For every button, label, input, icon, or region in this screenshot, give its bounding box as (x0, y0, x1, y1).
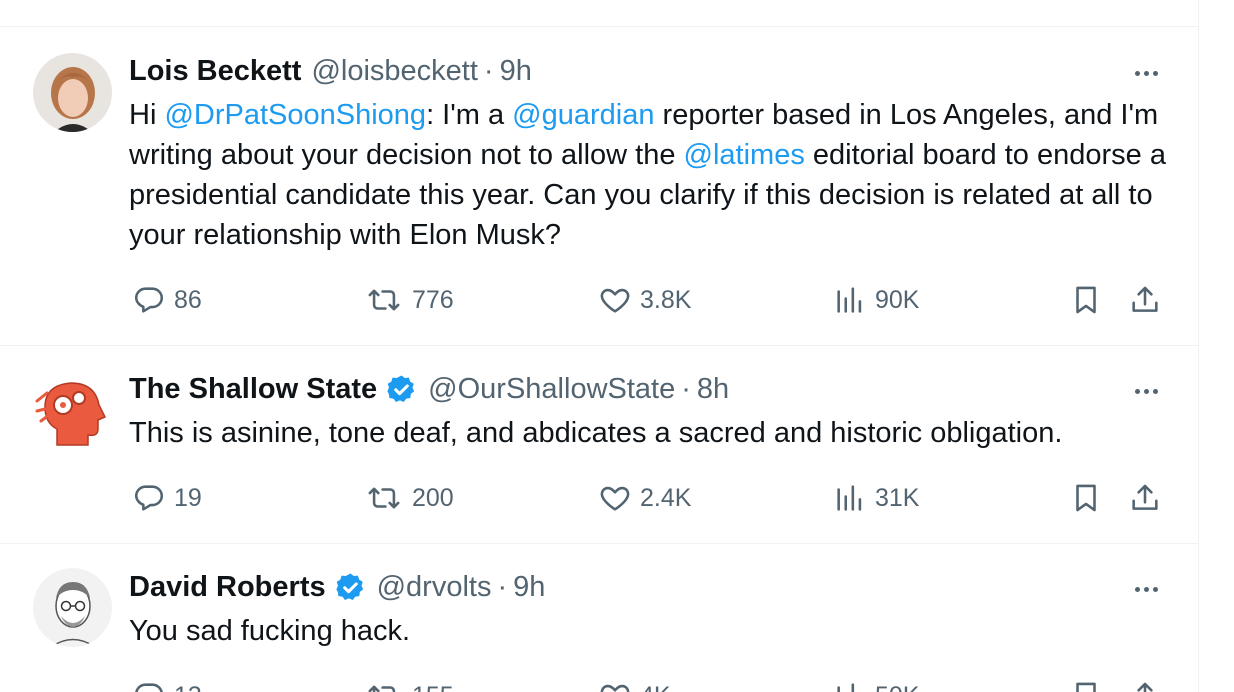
repost-count: 155 (412, 682, 454, 692)
views-count: 50K (875, 682, 919, 692)
share-icon[interactable] (1128, 481, 1162, 515)
reply-count: 13 (174, 682, 202, 692)
views-count: 31K (875, 483, 920, 512)
heart-icon (598, 283, 632, 317)
tweet-loisbeckett[interactable]: Lois Beckett @loisbeckett · 9h Hi @DrPat… (0, 27, 1198, 346)
timestamp[interactable]: 9h (513, 571, 545, 604)
tweet-header: The Shallow State @OurShallowState · 8h (129, 369, 729, 409)
avatar-drvolts[interactable] (33, 568, 112, 647)
like-count: 2.4K (640, 483, 692, 512)
repost-count: 200 (412, 483, 454, 512)
views-count: 90K (875, 285, 920, 314)
views-button[interactable]: 31K (833, 480, 919, 516)
text-part: Hi (129, 99, 165, 131)
repost-icon (364, 283, 404, 317)
like-button[interactable]: 3.8K (598, 282, 691, 318)
separator: · (681, 372, 691, 405)
mention-link[interactable]: @DrPatSoonShiong (164, 99, 426, 131)
heart-icon (598, 481, 632, 515)
like-count: 4K (640, 682, 671, 692)
separator: · (497, 570, 508, 603)
more-icon[interactable] (1126, 379, 1166, 403)
reply-icon (132, 679, 166, 692)
reply-button[interactable]: 86 (132, 282, 202, 318)
tweet-ourshallowstate[interactable]: The Shallow State @OurShallowState · 8h … (0, 346, 1198, 544)
mention-link[interactable]: @latimes (684, 139, 805, 171)
views-icon (833, 679, 867, 692)
repost-count: 776 (412, 285, 454, 314)
views-button[interactable]: 50K (833, 678, 919, 692)
tweet-text: You sad fucking hack. (129, 615, 411, 647)
reply-count: 19 (174, 483, 202, 512)
verified-badge-icon (385, 373, 418, 406)
more-icon[interactable] (1126, 577, 1166, 601)
reply-icon (132, 283, 166, 317)
display-name[interactable]: David Roberts (129, 571, 326, 604)
like-count: 3.8K (640, 285, 692, 314)
views-icon (833, 481, 867, 515)
separator: · (483, 54, 494, 87)
timeline-feed: Lois Beckett @loisbeckett · 9h Hi @DrPat… (0, 0, 1199, 692)
bookmark-icon[interactable] (1069, 679, 1103, 692)
avatar-loisbeckett[interactable] (33, 53, 112, 132)
user-handle[interactable]: @loisbeckett (311, 55, 477, 88)
views-icon (833, 283, 867, 317)
like-button[interactable]: 2.4K (598, 480, 691, 516)
repost-button[interactable]: 155 (364, 678, 454, 692)
display-name[interactable]: Lois Beckett (129, 55, 301, 88)
tweet-drvolts[interactable]: David Roberts @drvolts · 9h You sad fuck… (0, 544, 1198, 692)
reply-button[interactable]: 19 (132, 480, 202, 516)
timestamp[interactable]: 9h (500, 55, 532, 88)
repost-button[interactable]: 776 (364, 282, 454, 318)
views-button[interactable]: 90K (833, 282, 919, 318)
reply-icon (132, 481, 166, 515)
avatar-ourshallowstate[interactable] (33, 371, 112, 450)
share-icon[interactable] (1128, 283, 1162, 317)
user-handle[interactable]: @OurShallowState (428, 373, 675, 406)
verified-badge-icon (334, 571, 367, 604)
bookmark-icon[interactable] (1069, 481, 1103, 515)
tweet-text: Hi @DrPatSoonShiong: I'm a @guardian rep… (129, 95, 1169, 255)
display-name[interactable]: The Shallow State (129, 373, 377, 406)
mention-link[interactable]: @guardian (512, 99, 654, 131)
tweet-text: This is asinine, tone deaf, and abdicate… (129, 417, 1063, 449)
tweet-header: David Roberts @drvolts · 9h (129, 567, 545, 607)
heart-icon (598, 679, 632, 692)
reply-count: 86 (174, 285, 202, 314)
reply-button[interactable]: 13 (132, 678, 202, 692)
repost-button[interactable]: 200 (364, 480, 454, 516)
like-button[interactable]: 4K (598, 678, 671, 692)
bookmark-icon[interactable] (1069, 283, 1103, 317)
repost-icon (364, 481, 404, 515)
user-handle[interactable]: @drvolts (377, 571, 492, 604)
tweet-header: Lois Beckett @loisbeckett · 9h (129, 51, 532, 91)
repost-icon (364, 679, 404, 692)
more-icon[interactable] (1126, 61, 1166, 85)
share-icon[interactable] (1128, 679, 1162, 692)
timestamp[interactable]: 8h (697, 373, 729, 406)
text-part: : I'm a (426, 99, 513, 131)
